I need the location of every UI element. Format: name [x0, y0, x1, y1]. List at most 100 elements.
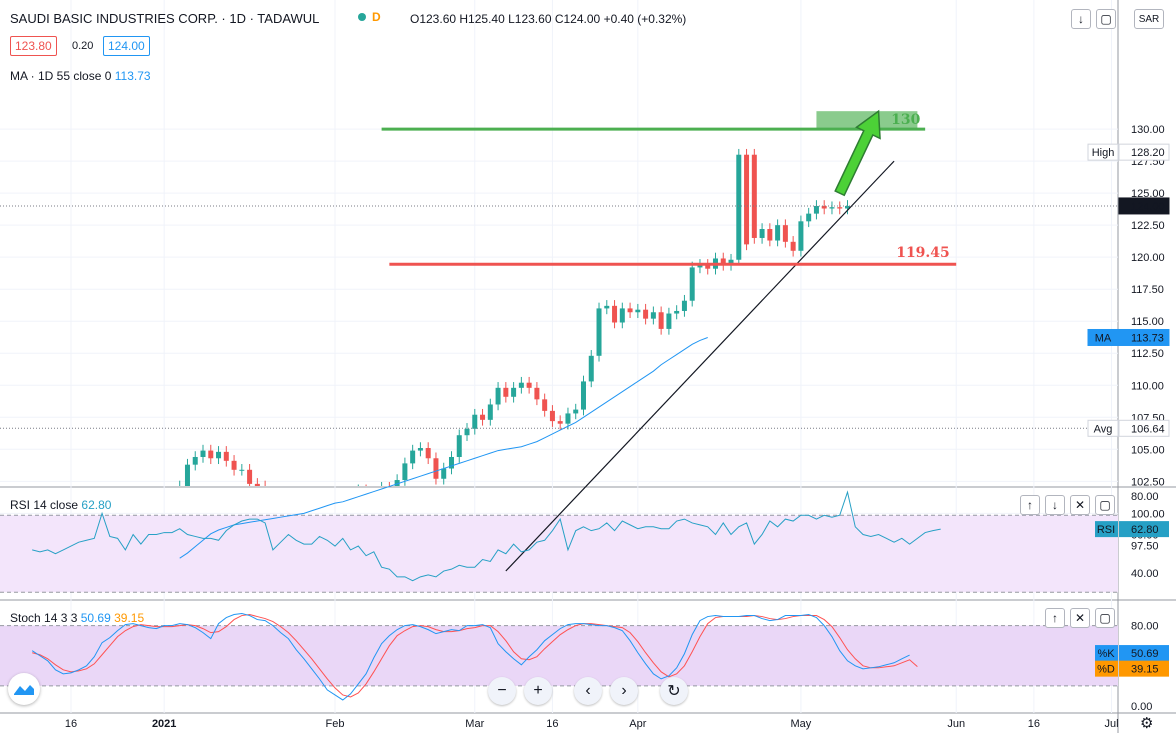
rsi-legend[interactable]: RSI 14 close 62.80	[10, 498, 111, 512]
candle-body	[526, 382, 532, 388]
candle-body	[487, 404, 493, 420]
candle-body	[495, 387, 501, 405]
rsi-tag-label: RSI	[1097, 524, 1115, 536]
candle-body	[410, 450, 416, 464]
stoch-maximize-button[interactable]: ▢	[1095, 608, 1115, 628]
candle-body	[239, 469, 245, 471]
time-tick-label: 2021	[152, 718, 176, 730]
bid-value: 123.80	[15, 39, 52, 53]
price-value-label: 128.20	[1131, 147, 1165, 159]
maximize-icon: ▢	[1099, 611, 1111, 625]
ma-legend[interactable]: MA · 1D 55 close 0 113.73	[10, 69, 151, 83]
delay-badge: D	[372, 10, 381, 24]
price-tag-label: MA	[1095, 332, 1112, 344]
chevron-right-icon: ›	[621, 682, 627, 699]
rsi-close-button[interactable]: ✕	[1070, 495, 1090, 515]
currency-label: SAR	[1138, 13, 1160, 25]
move-pane-down-button[interactable]: ↓	[1071, 9, 1091, 29]
candle-body	[565, 413, 571, 424]
support-label: 119.45	[896, 245, 950, 261]
time-tick-label: 16	[1028, 718, 1040, 730]
candle-body	[596, 308, 602, 356]
tradingview-logo-button[interactable]	[8, 673, 40, 705]
candle-body	[231, 460, 237, 470]
candle-body	[534, 387, 540, 400]
candle-body	[200, 450, 206, 457]
candle-body	[425, 448, 431, 459]
ohlc-change: +0.40 (+0.32%)	[603, 12, 687, 26]
market-status-dot	[358, 13, 366, 21]
time-tick-label: May	[791, 718, 812, 730]
candle-body	[681, 300, 687, 311]
rsi-tick-label: 40.00	[1131, 568, 1159, 580]
zoom-in-button[interactable]: +	[524, 677, 552, 705]
price-tick-label: 105.00	[1131, 444, 1165, 456]
time-tick-label: 16	[546, 718, 558, 730]
zoom-out-button[interactable]: −	[488, 677, 516, 705]
stoch-tick-label: 80.00	[1131, 621, 1159, 633]
symbol-title[interactable]: SAUDI BASIC INDUSTRIES CORP. · 1D · TADA…	[10, 11, 319, 26]
settings-gear-icon[interactable]: ⚙	[1140, 714, 1153, 732]
rsi-tick-label: 80.00	[1131, 491, 1159, 503]
candle-body	[216, 451, 222, 459]
candle-body	[643, 309, 649, 319]
candle-body	[588, 355, 594, 382]
ohlc-low: L123.60	[508, 12, 552, 26]
stoch-d-legend-value: 39.15	[114, 611, 145, 625]
candle-body	[208, 450, 214, 459]
reset-icon: ↻	[667, 683, 681, 700]
scroll-right-button[interactable]: ›	[610, 677, 638, 705]
price-tag-label: Avg	[1094, 423, 1113, 435]
candle-body	[480, 414, 486, 420]
candle-body	[612, 305, 618, 323]
rsi-move-down-button[interactable]: ↓	[1045, 495, 1065, 515]
candle-body	[736, 154, 742, 260]
maximize-pane-button[interactable]: ▢	[1096, 9, 1116, 29]
arrow-up-icon: ↑	[1052, 611, 1058, 625]
stoch-close-button[interactable]: ✕	[1070, 608, 1090, 628]
plus-icon: +	[533, 682, 543, 699]
buy-price-box[interactable]: 124.00	[103, 36, 150, 56]
grid-lines	[0, 0, 1176, 733]
candle-body	[666, 313, 672, 329]
rsi-value-label: 62.80	[1131, 524, 1159, 536]
sell-price-box[interactable]: 123.80	[10, 36, 57, 56]
time-tick-label: 16	[65, 718, 77, 730]
price-value-label: 124.00	[1131, 201, 1165, 213]
candle-body	[503, 387, 509, 397]
candle-body	[417, 448, 423, 451]
rsi-move-up-button[interactable]: ↑	[1020, 495, 1040, 515]
price-tick-label: 112.50	[1131, 348, 1164, 360]
stoch-tag-label: %D	[1097, 664, 1115, 676]
rsi-maximize-button[interactable]: ▢	[1095, 495, 1115, 515]
price-tick-label: 115.00	[1131, 316, 1164, 328]
currency-button[interactable]: SAR	[1134, 9, 1164, 29]
time-tick-label: Feb	[326, 718, 345, 730]
rsi-legend-label: RSI 14 close	[10, 498, 79, 512]
minus-icon: −	[497, 682, 507, 699]
candle-body	[542, 399, 548, 411]
stoch-tag-label: %K	[1097, 648, 1115, 660]
candle-body	[441, 468, 447, 479]
maximize-icon: ▢	[1100, 12, 1112, 26]
candle-body	[456, 435, 462, 457]
price-tick-label: 110.00	[1131, 380, 1164, 392]
reset-chart-button[interactable]: ↻	[660, 677, 688, 705]
candle-body	[192, 456, 198, 465]
candle-body	[674, 310, 680, 314]
stoch-move-up-button[interactable]: ↑	[1045, 608, 1065, 628]
candle-body	[813, 205, 819, 214]
chevron-left-icon: ‹	[585, 682, 591, 699]
ask-value: 124.00	[108, 39, 145, 53]
candle-body	[433, 458, 439, 479]
candle-body	[759, 229, 765, 238]
time-tick-label: Jul	[1104, 718, 1118, 730]
time-tick-label: Jun	[947, 718, 965, 730]
price-value-label: 106.64	[1131, 423, 1165, 435]
ohlc-high: H125.40	[459, 12, 505, 26]
stoch-legend[interactable]: Stoch 14 3 3 50.69 39.15	[10, 611, 144, 625]
scroll-left-button[interactable]: ‹	[574, 677, 602, 705]
ma-legend-label: MA · 1D 55 close 0	[10, 69, 112, 83]
rsi-legend-value: 62.80	[81, 498, 112, 512]
price-tick-label: 130.00	[1131, 124, 1165, 136]
